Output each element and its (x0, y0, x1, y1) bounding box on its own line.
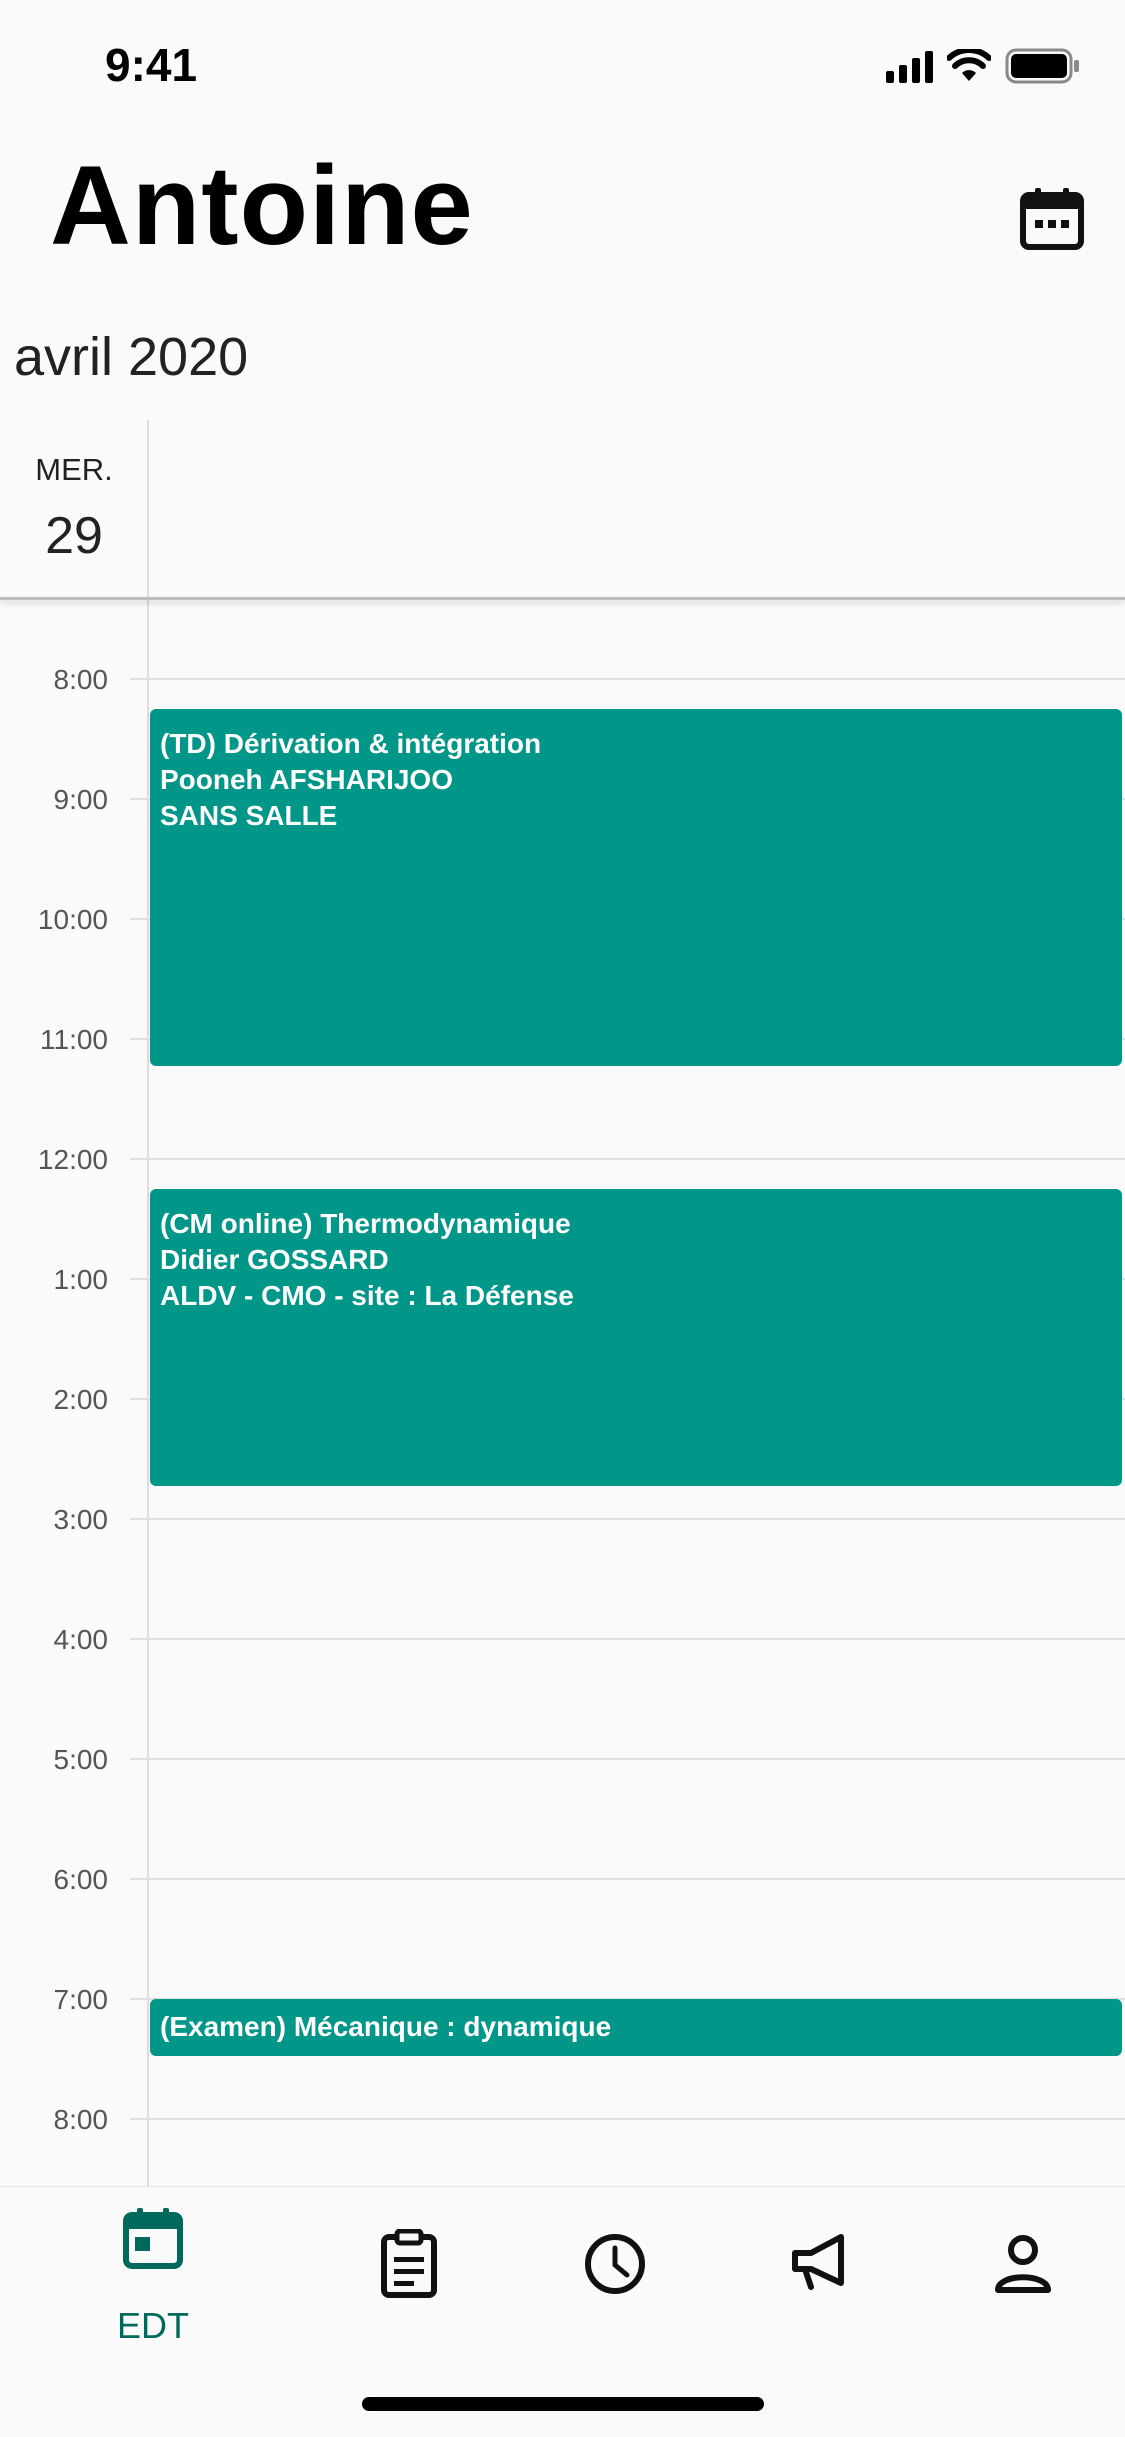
hour-label: 2:00 (53, 1384, 109, 1415)
tab-history[interactable] (549, 2207, 679, 2347)
event-title: (Examen) Mécanique : dynamique (160, 2011, 612, 2042)
hour-label: 8:00 (53, 664, 109, 695)
calendar-button[interactable] (1018, 186, 1086, 252)
hour-label: 6:00 (53, 1864, 109, 1895)
header-divider (0, 597, 1125, 600)
hour-label: 4:00 (53, 1624, 109, 1655)
hour-line (130, 678, 1125, 680)
day-number: 29 (45, 507, 103, 565)
hour-line (130, 1878, 1125, 1880)
tab-announcements[interactable] (754, 2207, 884, 2347)
calendar-icon (1020, 188, 1084, 250)
tab-profile[interactable] (958, 2207, 1088, 2347)
tab-label: EDT (117, 2305, 189, 2346)
hour-line (130, 2118, 1125, 2120)
hour-label: 1:00 (53, 1264, 109, 1295)
calendar-icon (123, 2208, 183, 2269)
cellular-signal-icon (886, 49, 933, 83)
clipboard-icon (381, 2229, 437, 2298)
wifi-icon (947, 49, 991, 81)
clock-icon (585, 2234, 645, 2294)
hour-line (130, 1158, 1125, 1160)
event-title: (CM online) Thermodynamique (160, 1208, 571, 1239)
tab-notes[interactable] (344, 2207, 474, 2347)
home-indicator[interactable] (362, 2397, 764, 2411)
month-label: avril 2020 (14, 327, 249, 387)
hour-label: 7:00 (53, 1984, 109, 2015)
person-icon (995, 2235, 1051, 2293)
event-card[interactable]: (Examen) Mécanique : dynamique (150, 1999, 1122, 2056)
day-column-divider (147, 420, 149, 2186)
event-title: (TD) Dérivation & intégration (160, 728, 542, 759)
hour-label: 11:00 (40, 1024, 108, 1055)
day-name: MER. (35, 452, 113, 487)
hour-line (130, 1758, 1125, 1760)
event-teacher: Pooneh AFSHARIJOO (160, 764, 453, 795)
event-room: SANS SALLE (160, 800, 338, 831)
day-header[interactable]: MER. 29 (0, 420, 148, 598)
battery-icon (1005, 48, 1079, 84)
event-card[interactable]: (CM online) Thermodynamique Didier GOSSA… (150, 1189, 1122, 1486)
event-card[interactable]: (TD) Dérivation & intégration Pooneh AFS… (150, 709, 1122, 1066)
event-room: ALDV - CMO - site : La Défense (160, 1280, 574, 1311)
hour-label: 12:00 (37, 1144, 108, 1175)
hour-line (130, 1518, 1125, 1520)
tab-edt[interactable]: EDT (88, 2207, 218, 2347)
hour-label: 10:00 (37, 904, 108, 935)
page-title: Antoine (50, 143, 474, 268)
megaphone-icon (792, 2234, 844, 2290)
hour-label: 5:00 (53, 1744, 109, 1775)
status-icons (886, 48, 1081, 84)
hour-label: 8:00 (53, 2104, 109, 2135)
hour-line (130, 1638, 1125, 1640)
hour-label: 9:00 (53, 784, 109, 815)
event-teacher: Didier GOSSARD (160, 1244, 389, 1275)
status-time: 9:41 (105, 39, 198, 91)
hour-label: 3:00 (53, 1504, 109, 1535)
